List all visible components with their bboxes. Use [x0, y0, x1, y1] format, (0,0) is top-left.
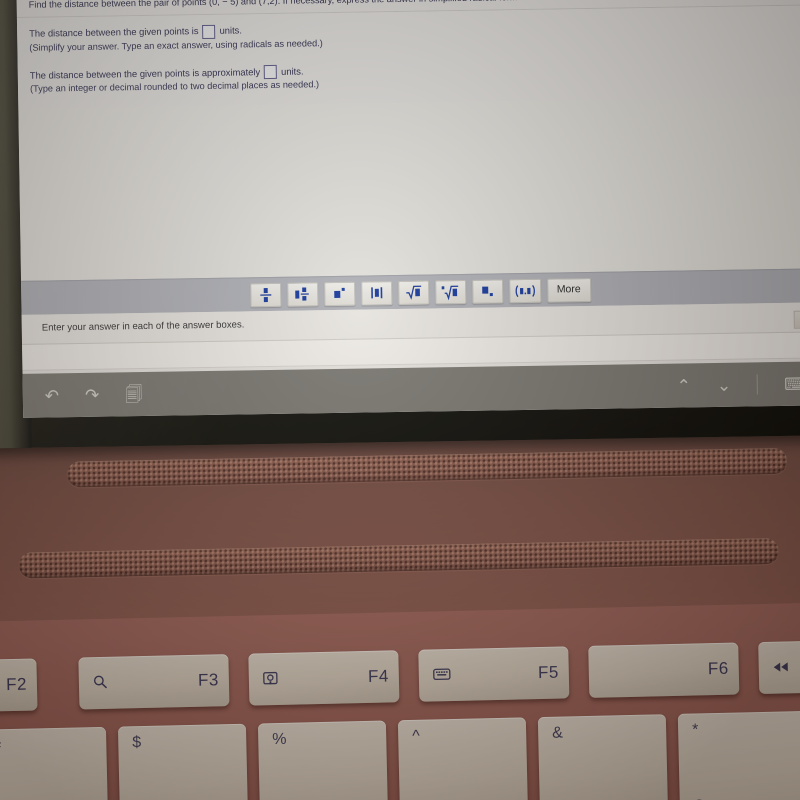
answer-input-approx[interactable] — [264, 64, 278, 80]
key-8[interactable]: *8 — [677, 711, 800, 800]
fraction-icon — [259, 287, 272, 303]
palette-button-square-root[interactable] — [397, 280, 429, 305]
rewind-icon — [773, 660, 789, 674]
key-shift-label: # — [0, 737, 1, 755]
palette-button-nth-root[interactable] — [434, 279, 466, 305]
speaker-grille-lower — [18, 537, 779, 579]
chevron-down-icon[interactable]: ⌄ — [717, 375, 732, 394]
subscript-icon — [480, 284, 495, 299]
key-f5[interactable]: F5 — [418, 646, 570, 702]
palette-button-subscript[interactable] — [471, 279, 503, 304]
nth-root-icon — [441, 284, 459, 301]
key-shift-label: & — [551, 724, 564, 742]
search-icon — [93, 674, 108, 691]
answer-approx-suffix: units. — [281, 65, 304, 77]
toolbar-right-group: ⌃ ⌄ ⌨ — [677, 374, 800, 396]
toolbar-separator — [757, 374, 759, 395]
screenshot-icon — [263, 670, 278, 687]
palette-button-ordered-pair[interactable] — [508, 278, 541, 303]
mixed-number-icon — [294, 286, 311, 302]
undo-icon[interactable]: ↶ — [45, 386, 60, 405]
key-f7[interactable]: F7 — [758, 638, 800, 695]
laptop-screen-assembly: Find the distance between the pair of po… — [0, 0, 800, 449]
palette-button-mixed-number[interactable] — [286, 281, 318, 307]
answer-input-exact[interactable] — [202, 24, 216, 39]
ordered-pair-icon — [514, 284, 536, 298]
palette-button-absolute-value[interactable] — [360, 280, 392, 306]
key-shift-label: % — [272, 730, 287, 749]
palette-more-button[interactable]: More — [546, 277, 591, 303]
key-6[interactable]: ^6 — [397, 717, 529, 800]
exponent-icon — [332, 286, 347, 301]
key-label: F3 — [197, 670, 220, 690]
key-label: F4 — [367, 666, 390, 686]
instruction-text: Enter your answer in each of the answer … — [41, 319, 245, 334]
answer-area: The distance between the given points is… — [16, 5, 800, 110]
key-label: F6 — [707, 658, 729, 679]
absolute-value-icon — [370, 285, 383, 300]
key-label: 8 — [694, 796, 706, 800]
key-shift-label: $ — [132, 734, 142, 752]
key-7[interactable]: &7 — [537, 714, 669, 800]
screen-content: Find the distance between the pair of po… — [16, 0, 800, 418]
key-f2[interactable]: F2 — [0, 658, 38, 713]
key-shift-label: ^ — [412, 727, 420, 745]
key-f4[interactable]: F4 — [248, 650, 400, 706]
speaker-grille-upper — [66, 447, 788, 488]
key-f3[interactable]: F3 — [78, 654, 230, 710]
palette-button-fraction[interactable] — [249, 282, 281, 308]
copy-icon[interactable]: 🗐 — [125, 385, 142, 404]
key-4[interactable]: $4 — [117, 723, 249, 800]
key-shift-label: * — [691, 721, 699, 739]
laptop-photo: F2F3F4F5F6F7F8F9 #3$4%5^6&7*8(9 Find the… — [0, 0, 800, 800]
key-label: F5 — [537, 662, 560, 683]
key-3[interactable]: #3 — [0, 726, 109, 800]
key-f6[interactable]: F6 — [588, 642, 740, 698]
backlight-icon — [433, 668, 451, 683]
key-label: F2 — [5, 674, 28, 695]
collapse-panel-button[interactable]: ◀ — [793, 310, 800, 329]
keyboard-deck: F2F3F4F5F6F7F8F9 #3$4%5^6&7*8(9 — [0, 601, 800, 800]
square-root-icon — [405, 285, 422, 300]
toolbar-left-group: ↶ ↷ 🗐 — [45, 385, 143, 406]
palette-button-exponent[interactable] — [323, 281, 355, 306]
key-5[interactable]: %5 — [257, 720, 389, 800]
keyboard-icon[interactable]: ⌨ — [784, 374, 800, 393]
redo-icon[interactable]: ↷ — [85, 385, 100, 404]
chevron-up-icon[interactable]: ⌃ — [677, 376, 692, 395]
work-space — [18, 96, 800, 282]
answer-exact-suffix: units. — [219, 24, 243, 37]
